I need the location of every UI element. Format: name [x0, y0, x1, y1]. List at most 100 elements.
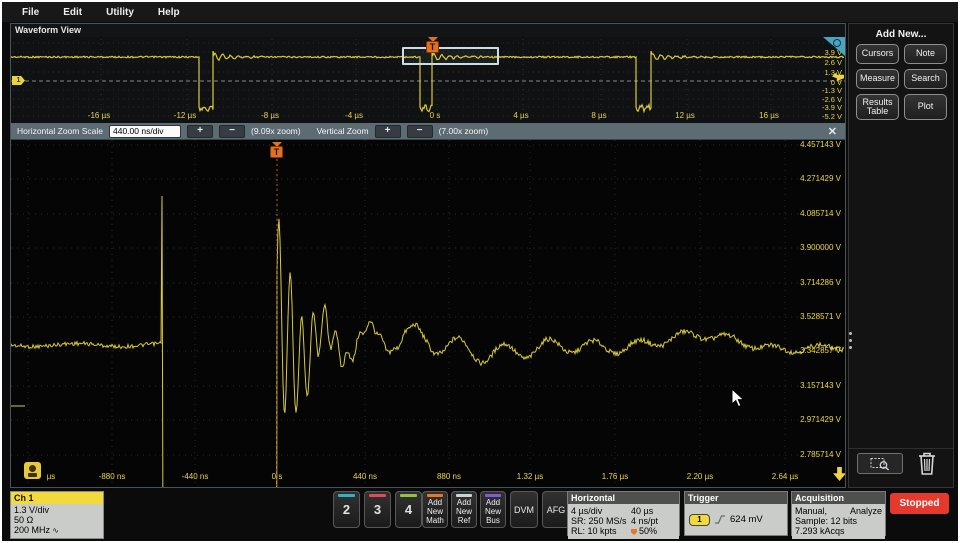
afg-button[interactable]: AFG — [542, 491, 570, 528]
rising-edge-icon — [715, 515, 725, 524]
main-time-tick: -440 ns — [181, 472, 209, 481]
sidebar-button-note[interactable]: Note — [904, 44, 947, 64]
button-line: Add — [456, 498, 472, 507]
main-volt-tick: 2.785714 V — [800, 450, 841, 459]
channel1-badge[interactable]: Ch 1 1.3 V/div 50 Ω 200 MHz ∿ — [10, 491, 104, 539]
overview-time-tick: 16 µs — [759, 111, 779, 120]
main-volt-tick: 2.971429 V — [800, 415, 841, 424]
channel-3-button[interactable]: 3 — [364, 491, 391, 528]
main-time-tick: 1.32 µs — [516, 472, 544, 481]
main-time-tick: 880 ns — [436, 472, 462, 481]
acquisition-mode: Manual, — [795, 506, 828, 516]
waveform-view-panel: Waveform View T 1 -16 µs -12 µs -8 µs -4 µs… — [10, 23, 846, 488]
source-color-stripe — [456, 494, 472, 497]
dvm-button[interactable]: DVM — [510, 491, 538, 528]
channel1-setting: 1.3 V/div — [14, 505, 50, 515]
run-stop-state-button[interactable]: Stopped — [890, 493, 949, 514]
add-new-bus-button[interactable]: Add New Bus — [480, 491, 506, 528]
horizontal-left-value: 4 µs/div — [571, 506, 603, 516]
overview-time-tick: -16 µs — [87, 111, 111, 120]
main-time-tick: 440 ns — [352, 472, 378, 481]
main-time-tick: -880 ns — [98, 472, 126, 481]
sidebar-button-search[interactable]: Search — [904, 69, 947, 89]
trigger-source-pill: 1 — [689, 513, 710, 526]
channel-color-stripe — [338, 494, 355, 497]
main-time-tick: 2.20 µs — [686, 472, 714, 481]
ch1-zoom-trace — [276, 218, 845, 487]
overview-time-tick: -12 µs — [173, 111, 197, 120]
menu-help[interactable]: Help — [158, 7, 180, 18]
marker-dot-icon — [29, 465, 36, 472]
menu-bar: File Edit Utility Help — [2, 2, 958, 22]
trigger-badge[interactable]: Trigger 1 624 mV — [684, 491, 788, 536]
button-line: New — [426, 507, 443, 516]
panel-title: Waveform View — [15, 25, 82, 35]
main-graticule[interactable]: T 4.457143 V 4.271429 V 4.085714 V 3.900000… — [11, 140, 845, 487]
overview-graticule[interactable]: T 1 -16 µs -12 µs -8 µs -4 µs 0 s4 µs 8 µs 12 … — [11, 37, 845, 124]
mouse-cursor — [731, 388, 745, 408]
main-volt-tick: 4.085714 V — [800, 209, 841, 218]
v-zoom-plus-button[interactable]: + — [374, 124, 401, 138]
channel-color-stripe — [369, 494, 386, 497]
channel1-settings: 1.3 V/div 50 Ω 200 MHz ∿ — [11, 504, 103, 538]
horizontal-row: SR: 250 MS/s 4 ns/pt — [571, 516, 676, 526]
main-volt-tick: 3.714286 V — [800, 278, 841, 287]
main-volt-tick: 3.342857 V — [800, 346, 841, 355]
channel1-offset-marker[interactable] — [24, 462, 41, 479]
menu-file[interactable]: File — [22, 7, 39, 18]
sidebar-button-plot[interactable]: Plot — [904, 94, 947, 120]
channel1-setting: 50 Ω — [14, 515, 34, 525]
v-zoom-minus-button[interactable]: − — [406, 124, 433, 138]
channel1-setting: 200 MHz ∿ — [14, 525, 59, 535]
sidebar-button-measure[interactable]: Measure — [856, 69, 899, 89]
main-volt-tick: 3.900000 V — [800, 243, 841, 252]
channel-2-button[interactable]: 2 — [333, 491, 360, 528]
main-volt-tick: 4.457143 V — [800, 140, 841, 149]
menu-utility[interactable]: Utility — [106, 7, 134, 18]
main-time-tick: 1.76 µs — [601, 472, 629, 481]
add-new-ref-button[interactable]: Add New Ref — [451, 491, 477, 528]
main-volt-tick: 3.157143 V — [800, 381, 841, 390]
bandwidth-icon: ∿ — [50, 526, 59, 535]
trigger-level: 624 mV — [730, 514, 763, 525]
sidebar-button-cursors[interactable]: Cursors — [856, 44, 899, 64]
horizontal-title: Horizontal — [568, 492, 679, 504]
overview-volt-tick: -1.3 V — [821, 86, 842, 95]
menu-edit[interactable]: Edit — [63, 7, 82, 18]
expansion-point-icon — [631, 529, 637, 535]
add-new-source-buttons: Add New Math Add New Ref Add New Bus — [422, 491, 506, 528]
main-plot — [11, 140, 845, 487]
zoom-region-box[interactable] — [402, 47, 499, 65]
trigger-flag[interactable]: T — [270, 146, 283, 158]
zoom-box-magnifier-icon — [870, 457, 889, 471]
horizontal-zoom-scale-input[interactable] — [108, 124, 181, 138]
channel-4-button[interactable]: 4 — [395, 491, 422, 528]
overview-time-tick: -8 µs — [261, 111, 279, 120]
h-zoom-factor: (9.09x zoom) — [250, 126, 301, 136]
add-new-math-button[interactable]: Add New Math — [422, 491, 448, 528]
button-line: Ref — [457, 516, 471, 525]
overview-volt-tick: 1.3 V — [824, 68, 842, 77]
vertical-zoom-label: Vertical Zoom — [316, 126, 369, 136]
horizontal-right-value: 50% — [631, 526, 676, 536]
h-zoom-minus-button[interactable]: − — [218, 124, 245, 138]
overview-time-tick: -4 µs — [345, 111, 363, 120]
horizontal-badge[interactable]: Horizontal 4 µs/div 40 µs SR: 250 MS/s 4 ns… — [567, 491, 680, 539]
h-zoom-plus-button[interactable]: + — [186, 124, 213, 138]
zoom-scale-bar: Horizontal Zoom Scale + − (9.09x zoom) V… — [11, 123, 845, 140]
main-time-tick: 2.64 µs — [771, 472, 799, 481]
panel-splitter-handle[interactable] — [847, 332, 853, 356]
trash-button[interactable] — [915, 449, 939, 477]
sidebar-button-results-table[interactable]: Results Table — [856, 94, 899, 120]
trigger-settings: 1 624 mV — [685, 504, 787, 535]
horizontal-left-value: SR: 250 MS/s — [571, 516, 627, 526]
overview-time-tick: 0 s — [429, 111, 441, 120]
add-new-button-grid: Cursors Note Measure Search Results Table Plo… — [856, 44, 948, 120]
acquisition-analyze: Analyze — [849, 506, 882, 516]
trigger-flag[interactable]: T — [426, 41, 439, 53]
button-line: New — [455, 507, 472, 516]
zoom-tool-button[interactable] — [857, 453, 903, 474]
close-zoom-bar-icon[interactable]: ✕ — [828, 125, 837, 138]
main-time-tick: µs — [46, 472, 56, 481]
acquisition-badge[interactable]: Acquisition Manual, Analyze Sample: 12 b… — [791, 491, 886, 539]
